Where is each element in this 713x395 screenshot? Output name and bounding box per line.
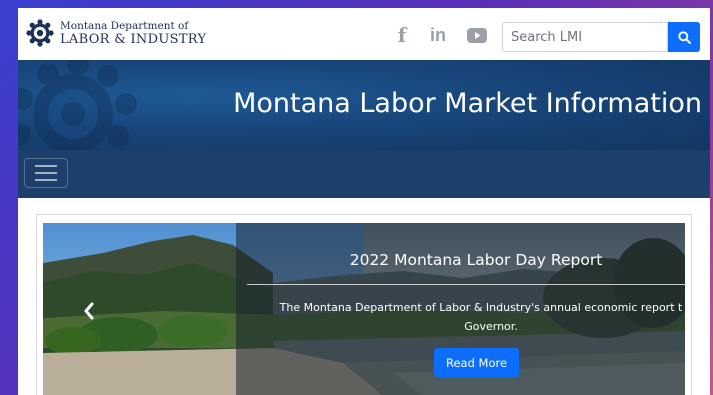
dli-logo[interactable]: Montana Department of LABOR & INDUSTRY xyxy=(26,19,206,53)
page-title: Montana Labor Market Information xyxy=(233,88,702,119)
caption-divider xyxy=(247,284,685,285)
youtube-icon[interactable] xyxy=(465,24,489,46)
read-more-button[interactable]: Read More xyxy=(434,348,519,377)
main-navbar xyxy=(18,150,710,198)
search-button[interactable] xyxy=(668,22,700,52)
search-form xyxy=(502,22,700,52)
gear-logo-icon xyxy=(26,19,54,47)
slide-description: The Montana Department of Labor & Indust… xyxy=(246,298,685,336)
slide-description-line-1: The Montana Department of Labor & Indust… xyxy=(279,301,683,314)
hamburger-menu-icon[interactable] xyxy=(24,158,68,188)
page: Montana Department of LABOR & INDUSTRY f… xyxy=(18,8,710,395)
carousel-slide: 2022 Montana Labor Day Report The Montan… xyxy=(43,223,685,395)
facebook-icon[interactable]: f xyxy=(390,23,414,47)
search-input[interactable] xyxy=(502,22,668,52)
logo-line-2: LABOR & INDUSTRY xyxy=(60,32,207,47)
gear-watermark-icon xyxy=(18,60,137,150)
slide-title: 2022 Montana Labor Day Report xyxy=(349,251,603,269)
page-banner: Montana Labor Market Information xyxy=(18,60,710,150)
slide-description-line-2: Governor. xyxy=(464,320,518,333)
top-bar: Montana Department of LABOR & INDUSTRY f… xyxy=(18,8,710,60)
carousel-prev-button[interactable] xyxy=(79,298,99,324)
featured-carousel: 2022 Montana Labor Day Report The Montan… xyxy=(36,214,692,395)
search-icon xyxy=(677,30,691,44)
chevron-left-icon xyxy=(84,302,94,320)
logo-line-1: Montana Department of xyxy=(60,20,189,32)
linkedin-icon[interactable]: in xyxy=(426,24,450,46)
